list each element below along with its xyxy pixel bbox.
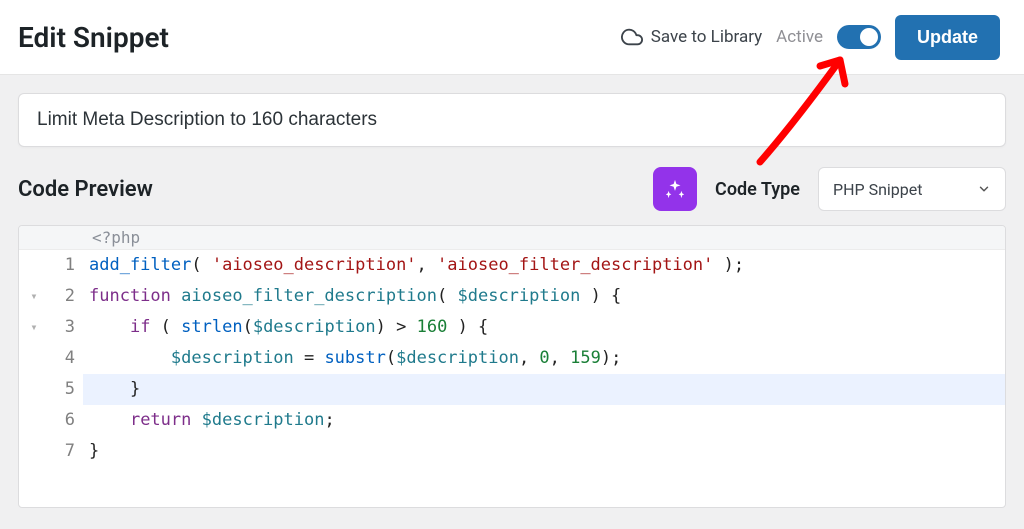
- code-preview-header: Code Preview Code Type PHP Snippet: [18, 167, 1006, 211]
- code-line: function aioseo_filter_description( $des…: [83, 281, 1005, 312]
- code-preview-controls: Code Type PHP Snippet: [653, 167, 1006, 211]
- editor-body: ▾ ▾ 1 2 3 4 5 6 7 add_filter( 'aioseo_de…: [19, 250, 1005, 507]
- code-line: $description = substr($description, 0, 1…: [83, 343, 1005, 374]
- code-type-select[interactable]: PHP Snippet: [818, 167, 1006, 211]
- code-editor[interactable]: <?php ▾ ▾ 1 2 3 4 5 6 7 add_fi: [18, 225, 1006, 508]
- code-type-value: PHP Snippet: [833, 180, 922, 199]
- header-actions: Save to Library Active Update: [621, 15, 1000, 60]
- save-to-library-button[interactable]: Save to Library: [621, 26, 762, 48]
- active-label: Active: [776, 27, 823, 47]
- code-line: add_filter( 'aioseo_description', 'aiose…: [83, 250, 1005, 281]
- cloud-icon: [621, 26, 643, 48]
- code-line: return $description;: [83, 405, 1005, 436]
- code-preview-title: Code Preview: [18, 177, 153, 202]
- code-content[interactable]: add_filter( 'aioseo_description', 'aiose…: [83, 250, 1005, 467]
- page-title: Edit Snippet: [18, 21, 169, 54]
- snippet-title-input[interactable]: [18, 93, 1006, 147]
- toggle-knob-icon: [860, 28, 878, 46]
- ai-sparkle-button[interactable]: [653, 167, 697, 211]
- save-to-library-label: Save to Library: [651, 27, 762, 47]
- header-bar: Edit Snippet Save to Library Active Upda…: [0, 0, 1024, 75]
- body-area: Code Preview Code Type PHP Snippet <?php: [0, 75, 1024, 526]
- code-line: }: [83, 436, 1005, 467]
- editor-prologue: <?php: [19, 226, 1005, 250]
- sparkle-icon: [664, 178, 686, 200]
- active-toggle[interactable]: [837, 25, 881, 49]
- update-button[interactable]: Update: [895, 15, 1000, 60]
- code-line: }: [83, 374, 1005, 405]
- line-numbers: 1 2 3 4 5 6 7: [49, 250, 83, 467]
- fold-gutter[interactable]: ▾ ▾: [19, 250, 49, 467]
- code-line: if ( strlen($description) > 160 ) {: [83, 312, 1005, 343]
- chevron-down-icon: [977, 182, 991, 196]
- code-type-label: Code Type: [715, 179, 800, 200]
